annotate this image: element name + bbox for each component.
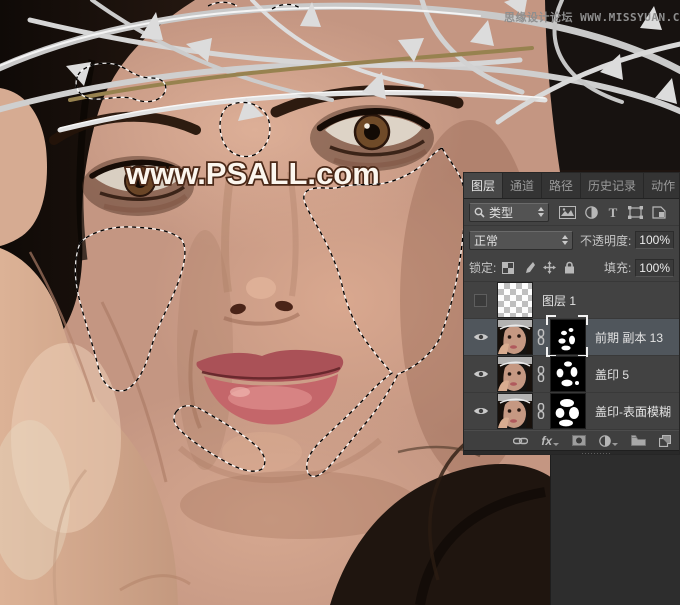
- blend-mode-dropdown[interactable]: 正常: [469, 231, 573, 250]
- pixel-layer-filter-icon[interactable]: [559, 206, 576, 219]
- eye-icon: [473, 369, 489, 379]
- psall-watermark: www.PSALL.com: [125, 156, 380, 191]
- opacity-label: 不透明度:: [580, 232, 631, 249]
- tab-paths[interactable]: 路径: [542, 173, 581, 198]
- mask-link-icon[interactable]: [534, 366, 548, 382]
- new-adjustment-layer-icon[interactable]: [599, 435, 618, 447]
- layer-name: 盖印-表面模糊: [595, 403, 671, 420]
- lock-label: 锁定:: [469, 259, 496, 276]
- layers-panel: 图层 通道 路径 历史记录 动作 类型: [463, 172, 680, 455]
- dropdown-arrows-icon: [538, 207, 544, 217]
- lock-all-icon[interactable]: [564, 261, 575, 274]
- forum-watermark: 思缘设计论坛 WWW.MISSYUAN.COM: [504, 10, 680, 24]
- eye-icon: [473, 332, 489, 342]
- panel-resize-strip[interactable]: [464, 450, 679, 455]
- layer-thumbnail-portrait[interactable]: [497, 356, 533, 392]
- tab-layers[interactable]: 图层: [464, 173, 503, 198]
- eye-icon: [473, 406, 489, 416]
- opacity-value[interactable]: 100%: [635, 231, 674, 249]
- visibility-toggle[interactable]: [464, 369, 497, 379]
- fill-value[interactable]: 100%: [635, 259, 674, 277]
- lock-transparency-icon[interactable]: [502, 262, 514, 274]
- link-layers-icon[interactable]: [513, 437, 528, 445]
- tab-history[interactable]: 历史记录: [581, 173, 644, 198]
- photoshop-window: www.PSALL.com 思缘设计论坛 WWW.MISSYUAN.COM: [0, 0, 680, 605]
- layer-mask-thumbnail[interactable]: [550, 356, 586, 392]
- visibility-toggle[interactable]: [464, 406, 497, 416]
- layer-thumbnail-portrait[interactable]: [497, 393, 533, 429]
- visibility-toggle[interactable]: [464, 294, 497, 307]
- svg-text:T: T: [609, 206, 618, 219]
- new-group-icon[interactable]: [631, 435, 646, 446]
- layer-row-gaiyin-biaomianmohu[interactable]: 盖印-表面模糊: [464, 393, 679, 430]
- adjustment-layer-filter-icon[interactable]: [585, 206, 598, 219]
- tab-channels[interactable]: 通道: [503, 173, 542, 198]
- layer-mask-thumbnail[interactable]: [550, 319, 586, 355]
- add-layer-mask-icon[interactable]: [572, 435, 586, 446]
- layer-filter-row: 类型 T: [464, 199, 679, 226]
- panel-tab-bar: 图层 通道 路径 历史记录 动作: [464, 173, 679, 199]
- blend-mode-row: 正常 不透明度: 100%: [464, 226, 679, 254]
- filter-kind-value: 类型: [489, 204, 532, 221]
- lock-row: 锁定: 填充: 100%: [464, 254, 679, 282]
- new-layer-icon[interactable]: [659, 435, 671, 447]
- lock-position-icon[interactable]: [543, 261, 556, 274]
- layer-name: 前期 副本 13: [595, 329, 663, 346]
- tab-actions[interactable]: 动作: [644, 173, 679, 198]
- smart-object-filter-icon[interactable]: [652, 206, 666, 219]
- layer-name: 盖印 5: [595, 366, 629, 383]
- lock-paint-icon[interactable]: [522, 261, 535, 274]
- layer-name: 图层 1: [542, 292, 576, 309]
- fill-label: 填充:: [604, 259, 631, 276]
- layer-style-icon[interactable]: fx: [541, 435, 559, 447]
- shape-layer-filter-icon[interactable]: [628, 206, 643, 219]
- dropdown-arrows-icon: [562, 235, 568, 245]
- panel-bottom-toolbar: fx: [464, 430, 679, 450]
- layer-mask-thumbnail[interactable]: [550, 393, 586, 429]
- layer-row-gaiyin-5[interactable]: 盖印 5: [464, 356, 679, 393]
- visibility-off-box: [474, 294, 487, 307]
- layer-thumbnail-transparent[interactable]: [497, 282, 533, 318]
- layer-row-tuceng1[interactable]: 图层 1: [464, 282, 679, 319]
- blend-mode-value: 正常: [474, 232, 556, 249]
- layer-thumbnail-portrait[interactable]: [497, 319, 533, 355]
- visibility-toggle[interactable]: [464, 332, 497, 342]
- mask-link-icon[interactable]: [534, 329, 548, 345]
- layer-list: 图层 1: [464, 282, 679, 430]
- layer-row-qianqi-fuben-13[interactable]: 前期 副本 13: [464, 319, 679, 356]
- filter-kind-dropdown[interactable]: 类型: [469, 203, 549, 222]
- mask-link-icon[interactable]: [534, 403, 548, 419]
- search-icon: [474, 207, 485, 218]
- panel-dock-background: [550, 455, 680, 605]
- resize-grip-icon: [582, 453, 610, 455]
- type-layer-filter-icon[interactable]: T: [607, 206, 619, 219]
